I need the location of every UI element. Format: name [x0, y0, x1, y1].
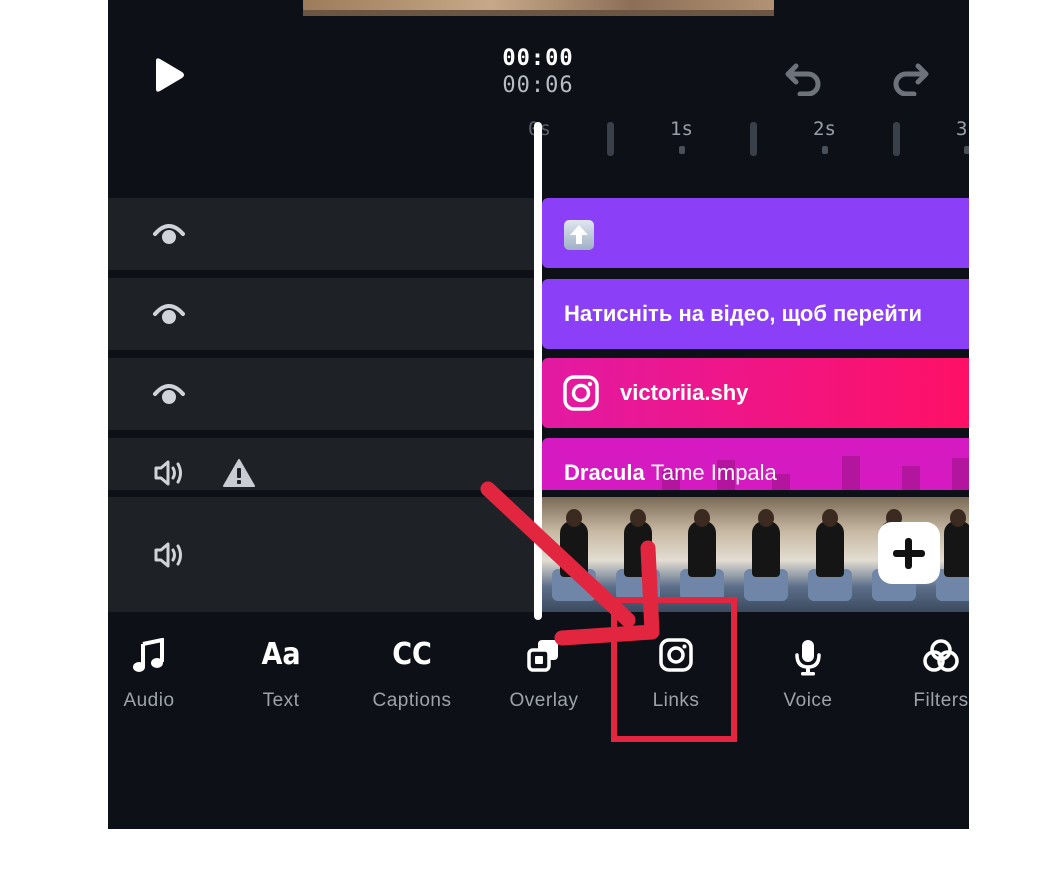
bottom-toolbar: Audio Aa Text CC Captions Overlay Links …	[108, 630, 969, 730]
filters-icon	[923, 639, 959, 672]
timeline-ruler[interactable]: 0s 1s 2s 3	[528, 110, 969, 170]
overlay-icon	[527, 640, 558, 672]
captions-cc-icon: CC	[392, 637, 432, 672]
song-title: Dracula	[564, 460, 645, 485]
playhead[interactable]	[534, 122, 542, 620]
play-button[interactable]	[148, 55, 188, 95]
instagram-clip[interactable]: victoriia.shy	[542, 358, 969, 428]
tool-audio[interactable]: Audio	[108, 630, 204, 712]
ruler-label: 3	[956, 118, 968, 140]
ruler-tick	[964, 146, 969, 154]
track-row-video	[108, 497, 534, 612]
track-row-link-text	[108, 278, 534, 350]
current-time: 00:00	[502, 46, 574, 71]
undo-icon	[785, 63, 821, 97]
eye-icon[interactable]	[152, 220, 186, 248]
warning-icon[interactable]	[222, 458, 256, 488]
speaker-icon[interactable]	[152, 540, 186, 570]
tool-text[interactable]: Aa Text	[226, 630, 336, 712]
music-clip[interactable]: Dracula Tame Impala	[542, 438, 969, 490]
upload-arrow-icon	[564, 220, 594, 250]
tool-label: Text	[262, 690, 300, 711]
tool-label: Voice	[783, 690, 833, 711]
waveform-bar	[842, 456, 860, 490]
add-clip-button[interactable]	[878, 522, 940, 584]
undo-button[interactable]	[784, 56, 826, 97]
tool-label: Audio	[123, 690, 175, 711]
redo-icon	[893, 63, 929, 97]
video-frame	[670, 497, 734, 612]
redo-button[interactable]	[888, 56, 930, 97]
video-frame	[542, 497, 606, 612]
video-frame	[798, 497, 862, 612]
tool-filters[interactable]: Filters	[886, 630, 969, 712]
ruler-tick	[607, 122, 614, 156]
ruler-label: 1s	[670, 118, 693, 140]
song-label: Dracula Tame Impala	[564, 460, 777, 486]
tool-label: Filters	[913, 690, 969, 711]
ruler-tick	[822, 146, 828, 154]
editor-screen: 00:00 00:06 0s 1s 2s 3	[108, 0, 969, 829]
text-aa-icon: Aa	[261, 637, 301, 672]
tool-voice[interactable]: Voice	[753, 630, 863, 712]
track-row-music	[108, 438, 534, 490]
waveform-bar	[952, 458, 969, 490]
tool-captions[interactable]: CC Captions	[357, 630, 467, 712]
upload-clip[interactable]	[542, 198, 969, 268]
instagram-icon	[563, 375, 599, 411]
highlight-box	[611, 597, 737, 742]
link-text-clip[interactable]: Натисніть на відео, щоб перейти	[542, 279, 969, 349]
link-text-label: Натисніть на відео, щоб перейти	[564, 301, 923, 326]
total-duration: 00:06	[502, 73, 574, 98]
track-row-instagram	[108, 358, 534, 430]
time-display: 00:00 00:06	[488, 46, 588, 98]
video-frame	[734, 497, 798, 612]
video-preview[interactable]	[303, 0, 774, 16]
tool-overlay[interactable]: Overlay	[489, 630, 599, 712]
tool-label: Captions	[372, 690, 452, 711]
ruler-tick	[679, 146, 685, 154]
waveform-bar	[902, 466, 920, 490]
eye-icon[interactable]	[152, 380, 186, 408]
play-icon	[156, 58, 184, 92]
microphone-icon	[795, 640, 821, 676]
video-frame	[606, 497, 670, 612]
music-note-icon	[133, 638, 164, 672]
speaker-icon[interactable]	[152, 458, 186, 488]
track-row-upload	[108, 198, 534, 270]
song-artist: Tame Impala	[650, 460, 777, 485]
ruler-tick	[893, 122, 900, 156]
ruler-label: 2s	[813, 118, 836, 140]
tool-label: Overlay	[509, 690, 579, 711]
eye-icon[interactable]	[152, 300, 186, 328]
instagram-handle: victoriia.shy	[620, 380, 749, 405]
ruler-tick	[750, 122, 757, 156]
